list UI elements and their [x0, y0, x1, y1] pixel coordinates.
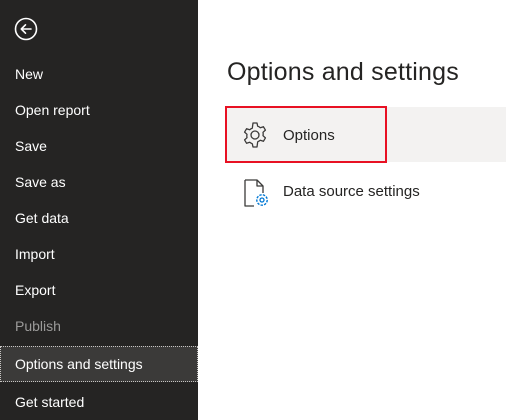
data-source-settings-label: Data source settings [283, 183, 420, 200]
data-source-settings-button[interactable]: Data source settings [226, 165, 506, 220]
back-arrow-circle-icon[interactable] [14, 17, 38, 41]
menu-item-publish: Publish [15, 318, 61, 334]
page-title: Options and settings [227, 58, 459, 86]
document-gear-icon [240, 177, 272, 209]
menu-item-save[interactable]: Save [0, 128, 198, 164]
main-panel: Options and settings Options Data source… [198, 0, 506, 420]
menu-item-get-data[interactable]: Get data [0, 200, 198, 236]
menu-item-new[interactable]: New [0, 56, 198, 92]
gear-icon [239, 119, 271, 151]
menu-item-import[interactable]: Import [0, 236, 198, 272]
menu-item-get-started[interactable]: Get started [0, 384, 198, 420]
options-label: Options [283, 127, 335, 144]
menu-item-open-report[interactable]: Open report [0, 92, 198, 128]
sidebar: New Open report Save Save as Get data Im… [0, 0, 198, 420]
menu-item-export[interactable]: Export [0, 272, 198, 308]
menu-item-options-and-settings[interactable]: Options and settings [0, 346, 198, 382]
options-button[interactable]: Options [225, 106, 506, 163]
menu-item-save-as[interactable]: Save as [0, 164, 198, 200]
